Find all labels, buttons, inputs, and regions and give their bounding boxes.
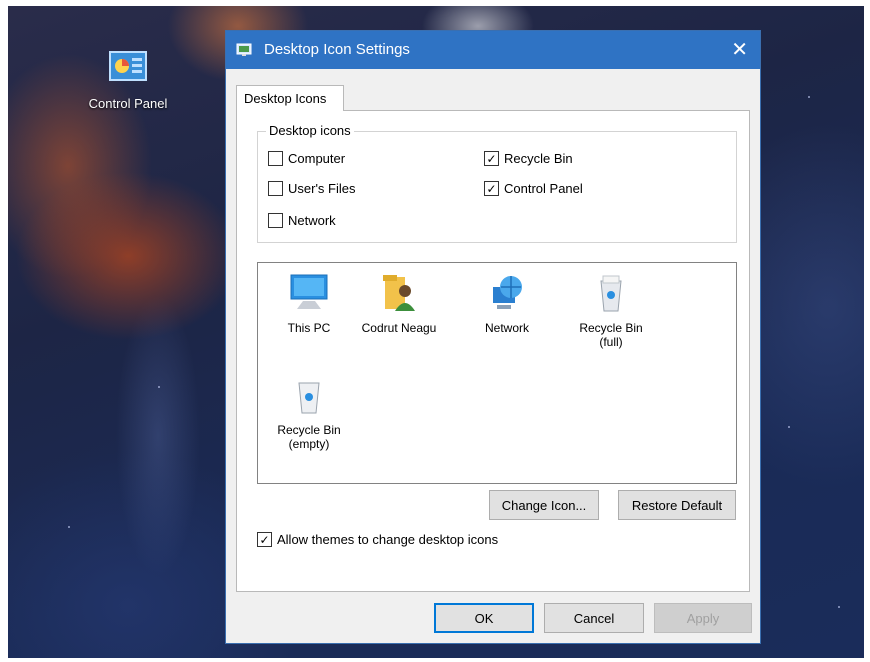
- desktop-icon-list[interactable]: This PC Codrut Neagu Network Recycle Bin…: [257, 262, 737, 484]
- user-folder-icon: [383, 275, 415, 311]
- checkbox-label: Network: [288, 213, 336, 228]
- icon-item-recycle-bin-full[interactable]: Recycle Bin (full): [566, 273, 656, 349]
- checkbox-recycle-bin[interactable]: ✓ Recycle Bin: [484, 151, 573, 166]
- checkbox-allow-themes[interactable]: ✓ Allow themes to change desktop icons: [257, 532, 498, 547]
- checkmark-icon[interactable]: ✓: [484, 181, 499, 196]
- tab-desktop-icons[interactable]: Desktop Icons: [236, 85, 344, 111]
- checkbox-label: Allow themes to change desktop icons: [277, 532, 499, 547]
- change-icon-button[interactable]: Change Icon...: [489, 490, 599, 520]
- recycle-bin-full-icon: [600, 275, 622, 312]
- checkmark-icon[interactable]: ✓: [484, 151, 499, 166]
- icon-item-network[interactable]: Network: [462, 273, 552, 335]
- checkbox-computer[interactable]: Computer: [268, 151, 345, 166]
- restore-default-button[interactable]: Restore Default: [618, 490, 736, 520]
- icon-item-label: Codrut Neagu: [361, 321, 437, 335]
- checkbox-label: User's Files: [288, 181, 356, 196]
- checkbox-control-panel[interactable]: ✓ Control Panel: [484, 181, 583, 196]
- icon-item-label: Network: [484, 321, 529, 335]
- desktop-icons-groupbox: Desktop icons Computer User's Files Netw…: [257, 123, 737, 243]
- checkbox-label: Computer: [288, 151, 346, 166]
- dialog-title: Desktop Icon Settings: [264, 41, 410, 58]
- checkbox-users-files[interactable]: User's Files: [268, 181, 356, 196]
- desktop-shortcut-control-panel[interactable]: Control Panel: [82, 50, 174, 111]
- title-bar[interactable]: Desktop Icon Settings ✕: [226, 31, 760, 69]
- apply-button: Apply: [654, 603, 752, 633]
- checkbox-network[interactable]: Network: [268, 213, 336, 228]
- recycle-bin-empty-icon: [298, 382, 320, 414]
- display-settings-icon: [236, 42, 252, 58]
- groupbox-label: Desktop icons: [266, 123, 354, 138]
- cancel-button[interactable]: Cancel: [544, 603, 644, 633]
- ok-button[interactable]: OK: [434, 603, 534, 633]
- checkmark-icon[interactable]: ✓: [257, 532, 272, 547]
- checkbox-label: Recycle Bin: [504, 151, 573, 166]
- checkbox-label: Control Panel: [504, 181, 583, 196]
- desktop-icon-settings-dialog: Desktop Icon Settings ✕ Desktop Icons De…: [225, 30, 761, 644]
- icon-item-label: This PC: [287, 321, 331, 335]
- checkbox-box[interactable]: [268, 213, 283, 228]
- icon-item-label: Recycle Bin (full): [579, 321, 643, 349]
- network-globe-icon: [493, 276, 522, 309]
- icon-item-recycle-bin-empty[interactable]: Recycle Bin (empty): [264, 375, 354, 451]
- close-icon[interactable]: ✕: [731, 37, 748, 62]
- icon-item-label: Recycle Bin (empty): [277, 423, 341, 451]
- desktop-shortcut-label: Control Panel: [88, 96, 168, 111]
- monitor-icon: [290, 274, 328, 309]
- icon-item-this-pc[interactable]: This PC: [264, 273, 354, 335]
- desktop-icons-tab-panel: Desktop icons Computer User's Files Netw…: [236, 110, 750, 592]
- icon-item-user-files[interactable]: Codrut Neagu: [354, 273, 444, 335]
- checkbox-box[interactable]: [268, 181, 283, 196]
- control-panel-icon: [108, 50, 148, 86]
- checkbox-box[interactable]: [268, 151, 283, 166]
